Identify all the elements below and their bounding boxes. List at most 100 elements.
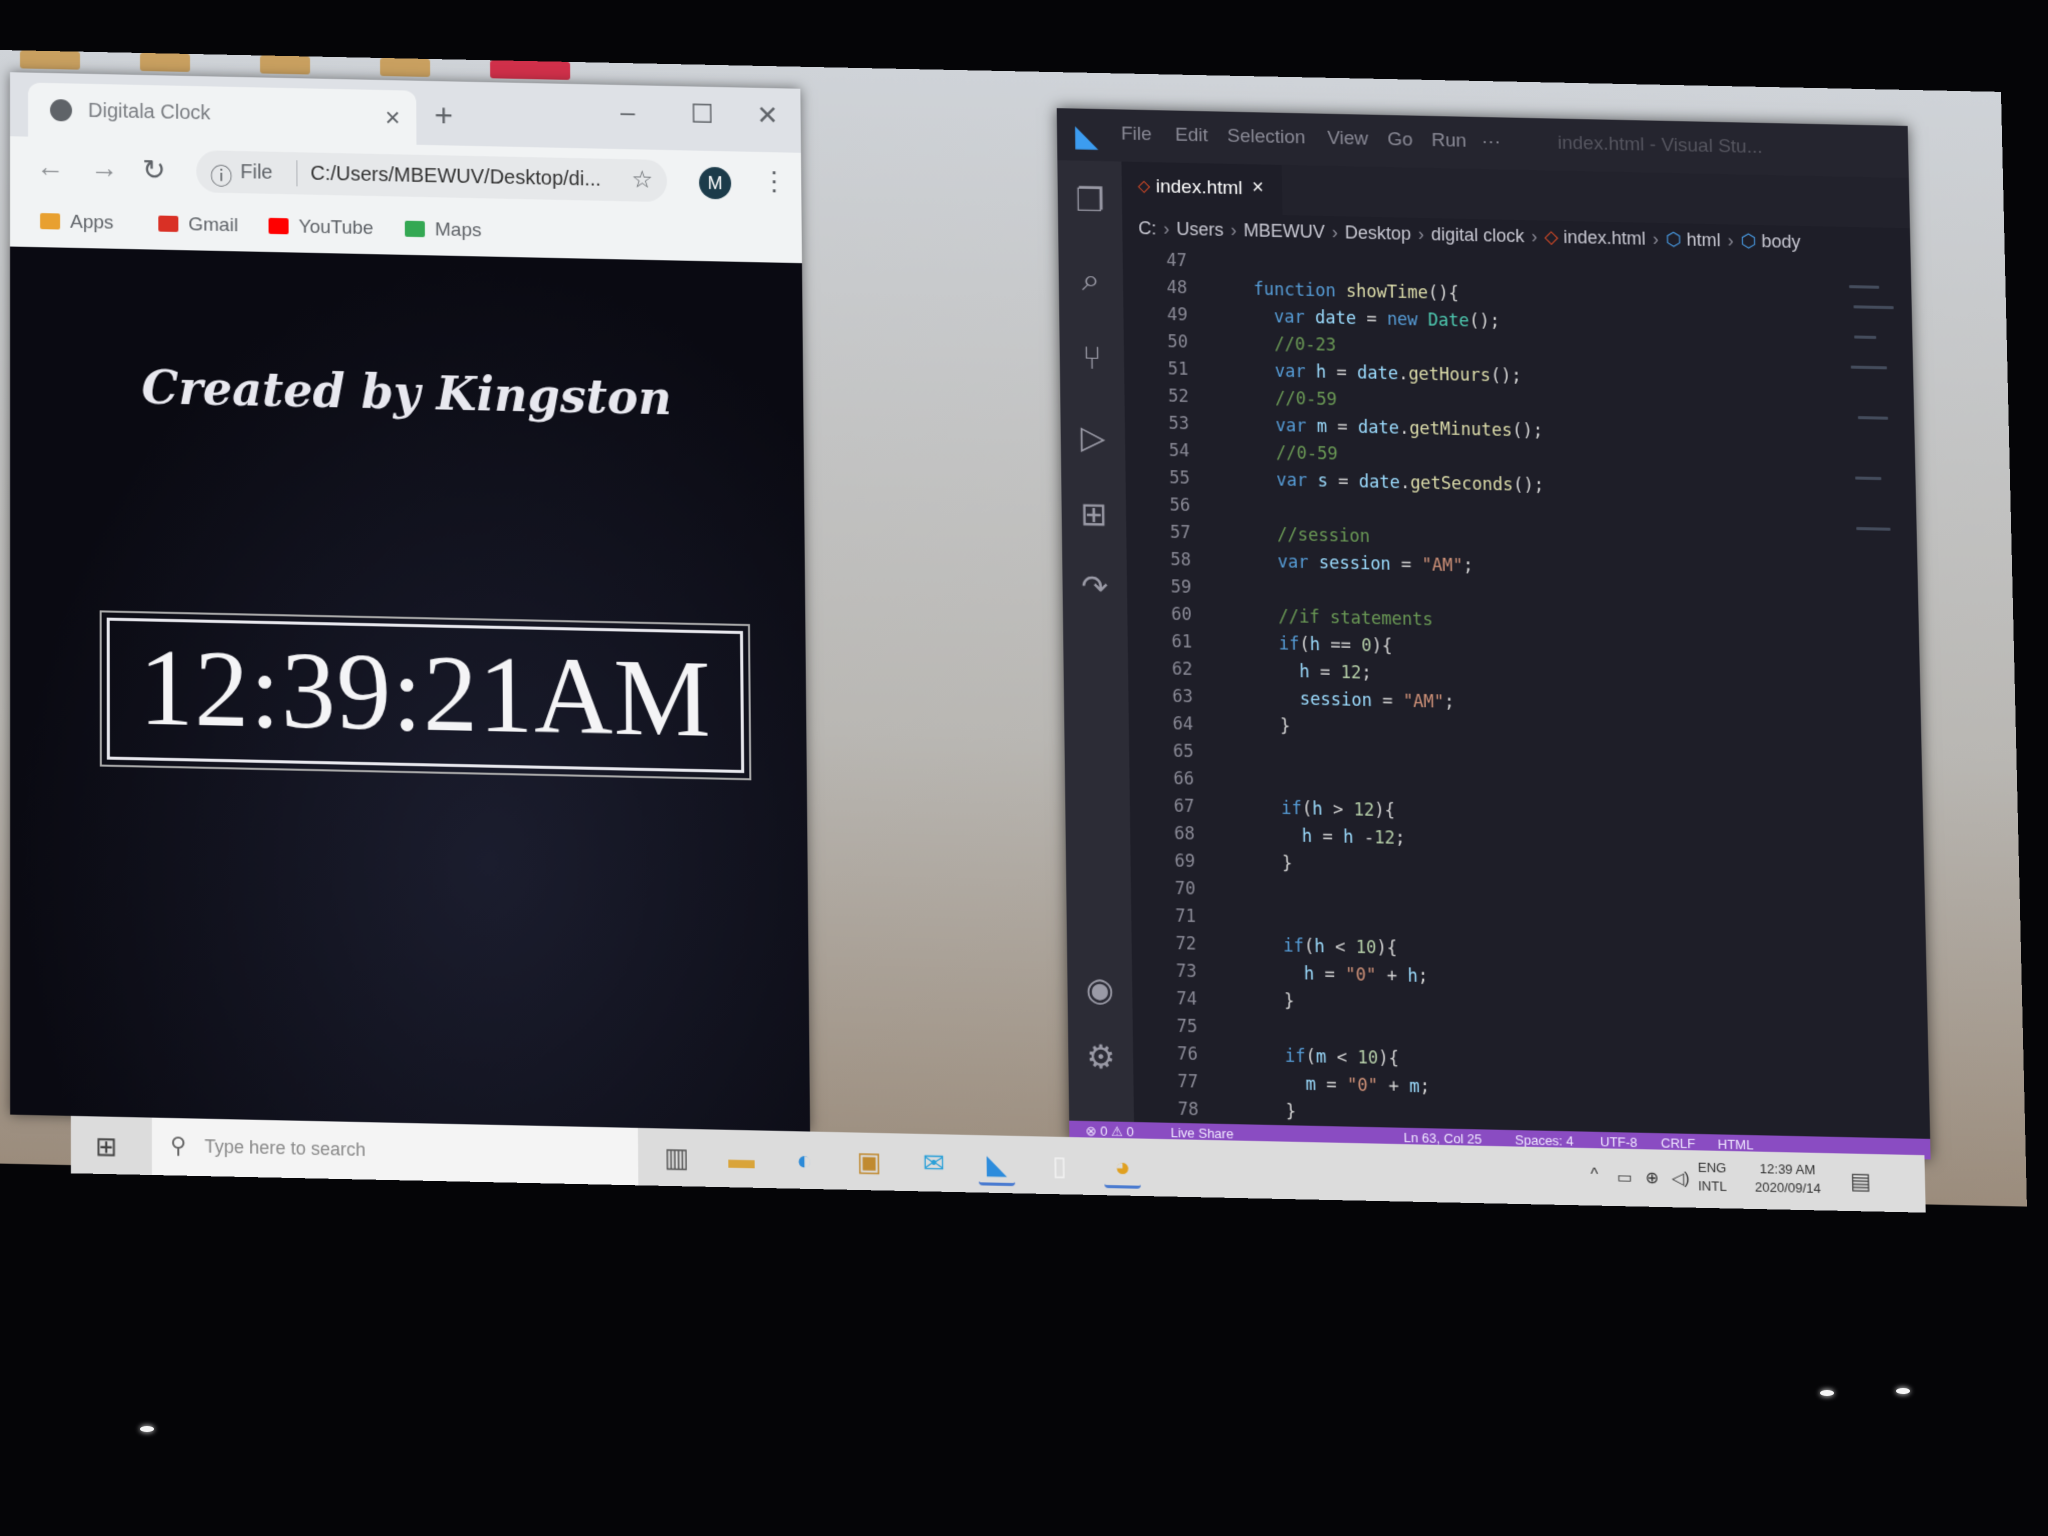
mail-icon[interactable]: ✉ [916,1144,953,1182]
back-arrow-icon[interactable]: ← [36,151,64,184]
code-token: < [1326,1047,1358,1069]
taskbar-clock[interactable]: 12:39 AM 2020/09/14 [1754,1160,1821,1198]
editor-tab-close-icon[interactable]: × [1252,176,1264,199]
tab-close-icon[interactable]: × [385,102,400,133]
menu-view[interactable]: View [1327,128,1368,151]
network-globe-icon[interactable]: ⊕ [1645,1168,1659,1189]
code-token: = [1309,662,1341,684]
search-icon[interactable]: ⌕ [1073,261,1110,300]
browser-tab[interactable]: Digitala Clock × [28,82,417,145]
menu-run[interactable]: Run [1431,130,1466,153]
menu-more[interactable]: ··· [1481,131,1500,153]
live-share-icon[interactable]: ↷ [1076,567,1113,606]
code-token: . [1399,472,1411,494]
breadcrumb-item[interactable]: body [1761,231,1801,252]
code-token: m [1305,1074,1317,1096]
notification-center-icon[interactable]: ▤ [1850,1168,1872,1195]
start-button[interactable]: ⊞ [95,1131,117,1163]
menu-edit[interactable]: Edit [1175,125,1208,148]
code-token: new [1386,309,1429,331]
run-debug-icon[interactable]: ▷ [1075,418,1112,457]
bookmark-maps[interactable]: Maps [404,219,482,243]
explorer-icon[interactable]: ❐ [1072,181,1109,220]
line-number: 57 [1169,522,1191,544]
url-scheme: File [240,161,273,184]
tray-overflow-icon[interactable]: ^ [1590,1167,1598,1186]
code-token: var [1275,415,1317,437]
taskbar-search[interactable]: ⚲ Type here to search [151,1117,639,1186]
symbol-icon: ⬡ [1665,229,1687,250]
code-text: } [1240,715,1291,737]
code-token: ( [1303,936,1315,958]
bookmark-gmail[interactable]: Gmail [158,214,238,238]
code-token: m [1315,1047,1327,1068]
line-number: 66 [1173,768,1195,790]
input-language[interactable]: ENG INTL [1698,1159,1727,1197]
desktop-icon-peek [140,52,191,72]
code-text: h = h -12; [1241,825,1406,850]
code-token: = [1314,964,1346,986]
code-token: + [1376,965,1408,987]
account-icon[interactable]: ◉ [1081,970,1118,1010]
code-text: m = "0" + m; [1245,1073,1430,1097]
code-token: > [1322,799,1354,821]
breadcrumb-item[interactable]: C: [1138,218,1156,238]
breadcrumb-item[interactable]: MBEWUV [1243,220,1324,242]
menu-go[interactable]: Go [1387,129,1413,152]
code-token: showTime [1345,281,1429,304]
task-view-icon[interactable]: ▥ [658,1139,695,1177]
forward-arrow-icon[interactable]: → [90,152,118,185]
maximize-button[interactable]: ☐ [690,98,714,130]
html-file-icon: ◇ [1137,177,1151,196]
youtube-icon [268,217,289,235]
code-token: ( [1305,1046,1317,1068]
source-control-icon[interactable]: ⑂ [1074,339,1111,377]
menu-file[interactable]: File [1121,123,1152,146]
profile-avatar[interactable]: M [698,166,732,200]
bookmark-apps[interactable]: Apps [40,211,114,235]
extensions-icon[interactable]: ⊞ [1076,494,1113,533]
url-text[interactable]: C:/Users/MBEWUV/Desktop/di... [310,163,601,192]
address-bar[interactable]: ⓘ File C:/Users/MBEWUV/Desktop/di... ☆ [196,150,668,203]
new-tab-button[interactable]: + [434,97,453,134]
code-token: ; [1417,966,1429,988]
code-token: 10 [1357,1047,1379,1069]
notepad-icon[interactable]: ▯ [1041,1147,1078,1185]
file-explorer-icon[interactable]: ▬ [723,1140,760,1178]
bookmark-youtube[interactable]: YouTube [268,216,374,240]
breadcrumb-item[interactable]: html [1686,230,1721,251]
breadcrumb-item[interactable]: digital clock [1431,224,1525,246]
edge-icon[interactable]: ◐ [786,1141,823,1179]
code-token: "0" [1345,964,1377,987]
settings-gear-icon[interactable]: ⚙ [1082,1037,1119,1077]
breadcrumb-item[interactable]: index.html [1563,227,1646,249]
close-window-button[interactable]: ✕ [756,100,778,131]
keyboard-light [140,1426,154,1432]
volume-icon[interactable]: ◁) [1671,1168,1690,1189]
code-token: 12 [1340,662,1362,684]
vscode-taskbar-icon[interactable]: ◣ [978,1145,1016,1187]
minimap[interactable] [1845,275,1903,619]
code-text: } [1241,853,1293,875]
chrome-taskbar-icon[interactable]: ◕ [1103,1148,1141,1189]
minimize-button[interactable]: – [620,97,635,128]
editor-tab[interactable]: ◇ index.html × [1121,161,1283,216]
code-token: //0-59 [1275,443,1338,465]
code-token: - [1353,827,1375,849]
code-token: = [1371,690,1404,712]
code-token: = [1315,1074,1348,1096]
code-editor[interactable]: 47 48 function showTime(){49 var date = new… [1123,250,1843,1123]
site-info-icon[interactable]: ⓘ [210,158,232,191]
line-number: 48 [1166,277,1188,299]
chrome-menu-icon[interactable]: ⋮ [761,166,787,198]
code-text: if(h < 10){ [1243,935,1397,959]
bookmark-label: Gmail [188,214,239,237]
battery-icon[interactable]: ▭ [1617,1167,1633,1188]
bookmark-star-icon[interactable]: ☆ [631,165,653,195]
store-icon[interactable]: ▣ [851,1143,888,1181]
reload-icon[interactable]: ↻ [142,153,166,187]
breadcrumb-item[interactable]: Users [1176,219,1223,240]
code-text: //0-23 [1234,334,1336,355]
breadcrumb-item[interactable]: Desktop [1345,222,1412,243]
menu-selection[interactable]: Selection [1227,126,1306,150]
